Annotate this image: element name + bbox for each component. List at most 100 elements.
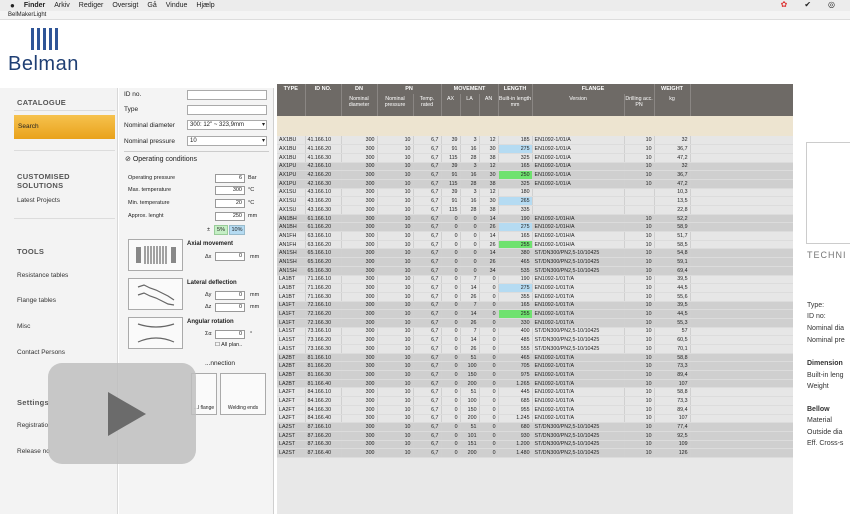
table-row[interactable]: LA1BT 71.166.20 300 10 6,7 0 14 0 275 EN1092-1/01…: [277, 283, 794, 293]
table-row[interactable]: AN1BH 61.166.20 300 10 6,7 0 0 26 275 EN1092-1/01…: [277, 222, 794, 233]
sidebar-item-latest-projects[interactable]: Latest Projects: [17, 197, 60, 204]
table-row[interactable]: LA1FT 72.166.30 300 10 6,7 0 26 0 330 EN1092-1/01…: [277, 318, 794, 328]
dz-input[interactable]: 0: [215, 303, 245, 312]
sidebar-item-resistance-tables[interactable]: Resistance tables: [17, 272, 68, 279]
table-row[interactable]: AX1BU 41.166.20 300 10 6,7 91 16 30 275 EN1092-1/…: [277, 144, 794, 154]
table-cell: 10: [377, 162, 414, 172]
col-dn[interactable]: DN: [341, 84, 378, 94]
table-row[interactable]: LA1FT 72.166.20 300 10 6,7 0 14 0 255 EN1092-1/01…: [277, 309, 794, 319]
table-cell: 0: [441, 448, 461, 458]
table-cell: 10: [624, 361, 655, 372]
technical-heading: TECHNI: [807, 250, 847, 260]
table-row[interactable]: LA2ST 87.166.10 300 10 6,7 0 51 0 680 ST/DN300/PN…: [277, 422, 794, 432]
angular-input[interactable]: 0: [215, 330, 245, 339]
type-field-label: Type:: [807, 302, 825, 309]
table-cell: 101: [460, 431, 480, 441]
table-row[interactable]: AX1BU 41.166.10 300 10 6,7 39 3 12 185 EN1092-1/0…: [277, 136, 794, 146]
table-row[interactable]: AX1PU 42.166.20 300 10 6,7 91 16 30 250 EN1092-1/…: [277, 170, 794, 180]
menu-hjaelp[interactable]: Hjælp: [196, 2, 214, 9]
table-row[interactable]: AN1FH 63.166.20 300 10 6,7 0 0 26 255 EN1092-1/01…: [277, 240, 794, 250]
table-row[interactable]: LA2FT 84.166.40 300 10 6,7 0 200 0 1.245 EN1092-1…: [277, 414, 794, 424]
menu-finder[interactable]: Finder: [24, 2, 45, 9]
col-length[interactable]: LENGTH: [498, 84, 533, 94]
col-weight[interactable]: WEIGHT: [654, 84, 691, 94]
check-icon[interactable]: ✔: [804, 0, 811, 9]
table-cell: 91: [441, 170, 461, 180]
dy-input[interactable]: 0: [215, 291, 245, 300]
tolerance-5-button[interactable]: 5%: [214, 225, 228, 235]
sub-drilling: Drilling acc. PN: [624, 94, 655, 116]
approx-length-input[interactable]: 250: [215, 212, 245, 221]
operating-pressure-input[interactable]: 6: [215, 174, 245, 183]
table-row[interactable]: LA1ST 73.166.30 300 10 6,7 0 26 0 555 ST/DN300/PN…: [277, 344, 794, 354]
menu-oversigt[interactable]: Oversigt: [112, 2, 138, 9]
table-row[interactable]: AX1SU 43.166.10 300 10 6,7 39 3 12 180 10,3: [277, 188, 794, 198]
table-row[interactable]: AN1SH 65.166.10 300 10 6,7 0 0 14 380 ST/DN300/PN…: [277, 248, 794, 259]
col-id[interactable]: ID NO.: [305, 84, 342, 94]
col-movement[interactable]: MOVEMENT: [441, 84, 499, 94]
table-row[interactable]: LA1ST 73.166.20 300 10 6,7 0 14 0 485 ST/DN300/PN…: [277, 335, 794, 345]
video-play-button[interactable]: [48, 363, 196, 464]
table-row[interactable]: AN1SH 65.166.20 300 10 6,7 0 0 26 465 ST/DN300/PN…: [277, 257, 794, 267]
table-cell: 47,2: [654, 153, 691, 163]
table-cell: AX1PU: [277, 179, 306, 189]
sidebar-item-flange-tables[interactable]: Flange tables: [17, 297, 56, 304]
table-cell: 0: [460, 240, 480, 250]
app-status-icon[interactable]: ✿: [781, 0, 788, 9]
table-row[interactable]: LA1FT 72.166.10 300 10 6,7 0 7 0 165 EN1092-1/01T…: [277, 301, 794, 311]
table-cell: 73,3: [654, 396, 691, 406]
id-input[interactable]: [187, 90, 267, 100]
table-row[interactable]: AX1PU 42.166.10 300 10 6,7 39 3 12 165 EN1092-1/0…: [277, 162, 794, 172]
tolerance-10-button[interactable]: 10%: [229, 225, 245, 235]
nominal-diameter-select[interactable]: 300: 12" ~ 323,9mm: [187, 120, 267, 130]
nominal-pressure-select[interactable]: 10: [187, 136, 267, 146]
welding-ends-button[interactable]: Welding ends: [220, 373, 266, 415]
menu-arkiv[interactable]: Arkiv: [54, 2, 70, 9]
table-row[interactable]: LA2FT 84.166.20 300 10 6,7 0 100 0 685 EN1092-1/0…: [277, 396, 794, 406]
table-row[interactable]: AX1SU 43.166.30 300 10 6,7 115 28 38 335 22,8: [277, 205, 794, 215]
all-planes-checkbox[interactable]: ☐ All plan..: [215, 342, 242, 348]
sidebar-item-release[interactable]: Release no: [17, 448, 50, 455]
apple-icon[interactable]: ●: [10, 1, 15, 10]
table-row[interactable]: LA2BT 81.166.10 300 10 6,7 0 51 0 465 EN1092-1/01…: [277, 353, 794, 363]
table-row[interactable]: LA1BT 71.166.30 300 10 6,7 0 26 0 355 EN1092-1/01…: [277, 292, 794, 302]
col-flange[interactable]: FLANGE: [532, 84, 655, 94]
operating-conditions-toggle[interactable]: ⊘ Operating conditions: [125, 155, 197, 163]
table-row[interactable]: LA2BT 81.166.30 300 10 6,7 0 150 0 975 EN1092-1/0…: [277, 370, 794, 380]
table-row[interactable]: AN1FH 63.166.10 300 10 6,7 0 0 14 165 EN1092-1/01…: [277, 231, 794, 241]
max-temperature-input[interactable]: 300: [215, 186, 245, 195]
table-cell: 10: [377, 327, 414, 337]
table-cell: 300: [341, 275, 378, 285]
table-cell: 41.166.30: [305, 153, 342, 163]
table-row[interactable]: LA2FT 84.166.10 300 10 6,7 0 51 0 445 EN1092-1/01…: [277, 387, 794, 398]
wifi-icon[interactable]: ◎: [828, 0, 835, 9]
dx-input[interactable]: 0: [215, 252, 245, 261]
table-row[interactable]: AX1PU 42.166.30 300 10 6,7 115 28 38 325 EN1092-1…: [277, 179, 794, 189]
outside-diameter-field-label: Outside dia: [807, 429, 843, 436]
table-row[interactable]: LA2BT 81.166.20 300 10 6,7 0 100 0 705 EN1092-1/0…: [277, 361, 794, 372]
table-row[interactable]: AN1BH 61.166.10 300 10 6,7 0 0 14 190 EN1092-1/01…: [277, 214, 794, 224]
table-row[interactable]: LA1BT 71.166.10 300 10 6,7 0 7 0 190 EN1092-1/01T…: [277, 275, 794, 285]
col-pn[interactable]: PN: [377, 84, 442, 94]
sidebar-item-search[interactable]: Search: [14, 115, 115, 139]
table-row[interactable]: LA1ST 73.166.10 300 10 6,7 0 7 0 400 ST/DN300/PN2…: [277, 327, 794, 337]
menu-rediger[interactable]: Rediger: [79, 2, 104, 9]
sidebar-item-contact-persons[interactable]: Contact Persons: [17, 349, 65, 356]
table-row[interactable]: AN1SH 65.166.30 300 10 6,7 0 0 34 535 ST/DN300/PN…: [277, 266, 794, 276]
table-row[interactable]: LA2BT 81.166.40 300 10 6,7 0 200 0 1.265 EN1092-1…: [277, 379, 794, 389]
min-temperature-input[interactable]: 20: [215, 199, 245, 208]
col-type[interactable]: TYPE: [277, 84, 306, 94]
table-row[interactable]: LA2ST 87.166.30 300 10 6,7 0 151 0 1.200 ST/DN300…: [277, 440, 794, 450]
table-row[interactable]: LA2ST 87.166.20 300 10 6,7 0 101 0 930 ST/DN300/P…: [277, 431, 794, 441]
type-input[interactable]: [187, 105, 267, 115]
table-row[interactable]: LA2FT 84.166.30 300 10 6,7 0 150 0 955 EN1092-1/0…: [277, 405, 794, 415]
menu-vindue[interactable]: Vindue: [166, 2, 188, 9]
approx-length-label: Approx. lenght: [128, 213, 164, 219]
sidebar-item-registration[interactable]: Registratio: [17, 422, 48, 429]
table-row[interactable]: AX1SU 43.166.20 300 10 6,7 91 16 30 265 13,5: [277, 196, 794, 206]
table-row[interactable]: LA2ST 87.166.40 300 10 6,7 0 200 0 1.480 ST/DN300…: [277, 448, 794, 458]
sidebar-item-misc[interactable]: Misc: [17, 323, 30, 330]
menu-ga[interactable]: Gå: [147, 2, 156, 9]
table-cell: 10: [377, 179, 414, 189]
table-row[interactable]: AX1BU 41.166.30 300 10 6,7 115 28 38 325 EN1092-1…: [277, 153, 794, 163]
